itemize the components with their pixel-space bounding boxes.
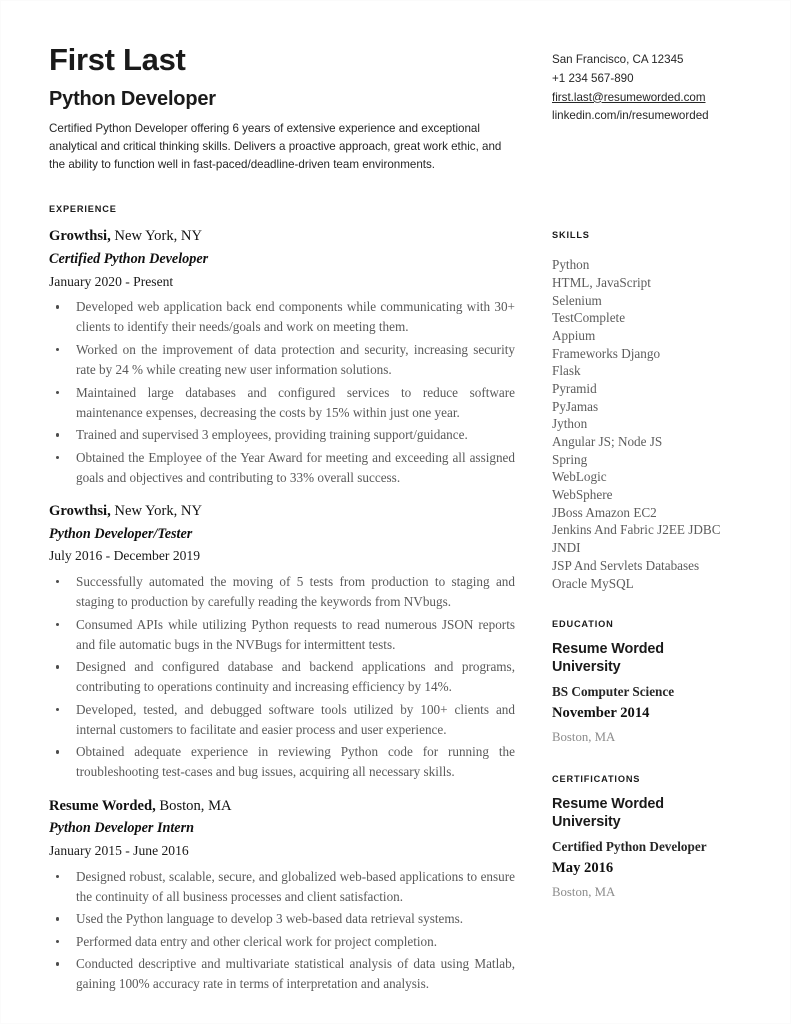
job-company-line: Resume Worded, Boston, MA <box>49 796 517 817</box>
candidate-name: First Last <box>49 42 186 77</box>
skills-section-heading: SKILLS <box>552 230 590 241</box>
education-date: November 2014 <box>552 705 650 722</box>
skill-item: Jython <box>552 416 588 432</box>
contact-location: San Francisco, CA 12345 <box>552 53 684 66</box>
job-company: Growthsi, <box>49 502 111 519</box>
job-title: Python Developer Intern <box>49 820 195 837</box>
job-bullet: Designed and configured database and bac… <box>49 657 517 697</box>
resume-page: First Last Python Developer Certified Py… <box>0 0 791 1024</box>
education-location: Boston, MA <box>552 730 616 745</box>
job-bullet: Successfully automated the moving of 5 t… <box>49 572 517 612</box>
skill-item: TestComplete <box>552 310 626 326</box>
job-bullet: Worked on the improvement of data protec… <box>49 340 517 380</box>
certification-name: Certified Python Developer <box>552 839 707 855</box>
education-school: Resume Worded University <box>552 641 664 675</box>
education-degree: BS Computer Science <box>552 684 675 700</box>
job-bullet: Trained and supervised 3 employees, prov… <box>49 425 517 445</box>
skill-item: WebLogic <box>552 469 607 485</box>
job-bullet: Consumed APIs while utilizing Python req… <box>49 615 517 655</box>
job-title: Certified Python Developer <box>49 251 209 268</box>
skill-item: JSP And Servlets Databases <box>552 557 700 573</box>
skill-item: Angular JS; Node JS <box>552 434 663 449</box>
skill-item: Frameworks Django <box>552 345 661 361</box>
contact-block: San Francisco, CA 12345 +1 234 567-890 f… <box>552 51 784 126</box>
experience-item: Growthsi, New York, NY Python Developer/… <box>49 501 517 783</box>
job-bullet: Maintained large databases and configure… <box>49 383 517 423</box>
job-bullet: Obtained adequate experience in reviewin… <box>49 742 517 782</box>
job-bullet: Developed, tested, and debugged software… <box>49 700 517 740</box>
job-dates: January 2015 - June 2016 <box>49 842 189 858</box>
contact-email-link[interactable]: first.last@resumeworded.com <box>552 89 784 108</box>
skill-item: Pyramid <box>552 380 597 396</box>
job-bullet-list: Successfully automated the moving of 5 t… <box>49 572 517 783</box>
skill-item: Selenium <box>552 292 602 308</box>
job-location: Boston, MA <box>159 797 232 814</box>
main-column: First Last Python Developer Certified Py… <box>49 43 517 997</box>
professional-summary: Certified Python Developer offering 6 ye… <box>49 122 502 171</box>
job-bullet: Obtained the Employee of the Year Award … <box>49 448 517 488</box>
job-dates: January 2020 - Present <box>49 273 174 289</box>
skill-item: Appium <box>552 327 596 343</box>
skill-item: Python <box>552 257 590 273</box>
job-location: New York, NY <box>114 502 202 519</box>
experience-section: EXPERIENCE Growthsi, New York, NY Certif… <box>49 204 517 994</box>
job-dates: July 2016 - December 2019 <box>49 548 201 564</box>
skill-item: JNDI <box>552 540 581 556</box>
job-company-line: Growthsi, New York, NY <box>49 226 517 247</box>
experience-section-heading: EXPERIENCE <box>49 204 117 215</box>
contact-phone: +1 234 567-890 <box>552 71 634 85</box>
job-bullet: Performed data entry and other clerical … <box>49 932 517 952</box>
contact-linkedin: linkedin.com/in/resumeworded <box>552 109 709 123</box>
sidebar-column: San Francisco, CA 12345 +1 234 567-890 f… <box>552 43 784 902</box>
certification-date: May 2016 <box>552 860 614 877</box>
job-company: Growthsi, <box>49 228 111 245</box>
job-title: Python Developer/Tester <box>49 525 193 542</box>
certifications-section: CERTIFICATIONS Resume Worded University … <box>552 774 784 902</box>
job-location: New York, NY <box>114 228 202 245</box>
certifications-section-heading: CERTIFICATIONS <box>552 774 641 785</box>
skill-item: PyJamas <box>552 398 599 414</box>
candidate-headline: Python Developer <box>49 88 216 111</box>
skills-section: SKILLS Python HTML, JavaScript Selenium … <box>552 230 784 592</box>
job-bullet: Developed web application back end compo… <box>49 297 517 337</box>
job-company: Resume Worded, <box>49 797 156 814</box>
skill-item: Spring <box>552 451 588 467</box>
job-bullet: Conducted descriptive and multivariate s… <box>49 954 517 994</box>
education-section-heading: EDUCATION <box>552 619 614 630</box>
job-bullet-list: Developed web application back end compo… <box>49 297 517 488</box>
skill-item: HTML, JavaScript <box>552 274 651 290</box>
skill-item: WebSphere <box>552 487 613 503</box>
certification-location: Boston, MA <box>552 885 616 899</box>
skill-item: JBoss Amazon EC2 <box>552 504 657 520</box>
resume-body: First Last Python Developer Certified Py… <box>49 43 768 1023</box>
education-section: EDUCATION Resume Worded University BS Co… <box>552 619 784 747</box>
skill-item: Flask <box>552 363 581 379</box>
job-company-line: Growthsi, New York, NY <box>49 501 517 522</box>
certification-issuer: Resume Worded University <box>552 796 664 830</box>
skills-list: Python HTML, JavaScript Selenium TestCom… <box>552 256 784 592</box>
job-bullet: Designed robust, scalable, secure, and g… <box>49 867 517 907</box>
job-bullet: Used the Python language to develop 3 we… <box>49 909 517 929</box>
experience-item: Resume Worded, Boston, MA Python Develop… <box>49 796 517 995</box>
job-bullet-list: Designed robust, scalable, secure, and g… <box>49 867 517 995</box>
experience-item: Growthsi, New York, NY Certified Python … <box>49 226 517 488</box>
skill-item: Jenkins And Fabric J2EE JDBC <box>552 522 721 538</box>
skill-item: Oracle MySQL <box>552 575 634 591</box>
